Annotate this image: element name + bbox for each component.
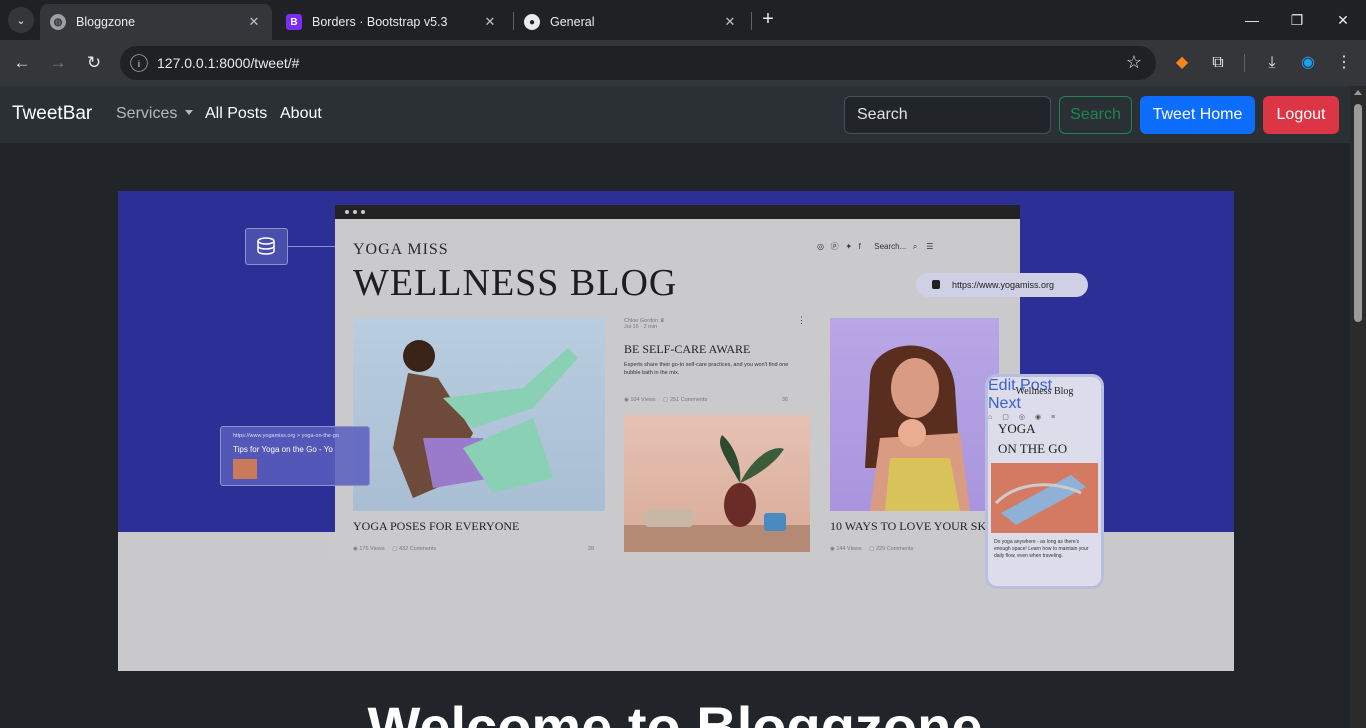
mockup-window-bar [335,205,1020,219]
tab-strip: ⌄ ◍ Bloggzone ✕ B Borders · Bootstrap v5… [0,0,1366,40]
site-info-icon[interactable]: i [130,54,148,72]
reload-icon[interactable]: ↻ [82,51,106,75]
mockup-nav: ◎ ⓟ ✦ f Search... ⌕ ☰ [817,242,934,251]
phone-text: Do yoga anywhere - as long as there's en… [994,539,1089,559]
search-result-url: https://www.yogamiss.org > yoga-on-the-g… [233,433,339,439]
back-icon[interactable]: ← [10,51,34,75]
post-left-title: YOGA POSES FOR EVERYONE [353,519,520,533]
search-button[interactable]: Search [1059,96,1132,134]
page-viewport: TweetBar Services All Posts About Search… [0,86,1350,728]
nav-services-dropdown[interactable]: Services [116,105,194,123]
blog-mockup: YOGA MISS WELLNESS BLOG ◎ ⓟ ✦ f Search..… [335,205,1020,563]
close-tab-icon[interactable]: ✕ [482,14,498,30]
search-result-card: https://www.yogamiss.org > yoga-on-the-g… [220,426,370,486]
extensions-puzzle-icon[interactable]: ⧉ [1206,51,1230,75]
scroll-up-arrow-icon[interactable] [1354,90,1362,95]
profile-avatar-icon[interactable]: ◉ [1296,51,1320,75]
globe-icon: ◍ [50,14,66,30]
post-right-title: 10 WAYS TO LOVE YOUR SKIN [830,519,999,533]
github-icon: ● [524,14,540,30]
tab-label: Borders · Bootstrap v5.3 [312,15,448,29]
close-window-icon[interactable]: ✕ [1331,8,1355,32]
phone-next: Next [988,395,1021,412]
kebab-menu-icon: ⋮ [797,315,806,325]
nav-about[interactable]: About [280,105,322,123]
database-icon [245,228,288,265]
post-center-meta: ◉ 104 Views ▢ 251 Comments 36 [624,397,789,403]
connector-line [288,246,336,247]
new-tab-icon[interactable]: + [758,9,778,29]
bookmark-star-icon[interactable]: ☆ [1126,52,1142,73]
tweet-home-button[interactable]: Tweet Home [1140,96,1255,134]
phone-image-yoga-mat [991,463,1098,533]
hero-banner-image: YOGA MISS WELLNESS BLOG ◎ ⓟ ✦ f Search..… [118,191,1234,671]
post-right-meta: ◉ 144 Views ▢ 229 Comments [830,546,914,552]
url-pill-text: https://www.yogamiss.org [952,280,1055,290]
mockup-brand-small: YOGA MISS [353,241,449,258]
close-tab-icon[interactable]: ✕ [722,14,738,30]
address-bar[interactable]: i 127.0.0.1:8000/tweet/# ☆ [120,46,1156,80]
nav-services-label: Services [116,105,178,122]
forward-icon[interactable]: → [46,51,70,75]
bootstrap-icon: B [286,14,302,30]
site-navbar: TweetBar Services All Posts About Search… [0,86,1350,143]
caret-down-icon [185,110,194,115]
browser-toolbar: ← → ↻ i 127.0.0.1:8000/tweet/# ☆ ◆ ⧉ ⤓ ◉… [0,40,1366,86]
search-result-thumbnail [233,459,257,479]
tab-bloggzone[interactable]: ◍ Bloggzone ✕ [40,4,272,40]
close-tab-icon[interactable]: ✕ [246,14,262,30]
url-pill: https://www.yogamiss.org [916,273,1088,297]
search-input[interactable] [844,96,1051,134]
post-image-skincare [830,318,999,511]
minimize-icon[interactable]: — [1240,8,1264,32]
metamask-extension-icon[interactable]: ◆ [1170,51,1194,75]
post-center-text: Experts share their go-to self-care prac… [624,362,789,376]
post-image-plant [624,415,810,552]
navbar-brand[interactable]: TweetBar [12,103,92,125]
post-image-yoga-pose [353,318,605,511]
nav-all-posts[interactable]: All Posts [205,105,267,123]
logout-button[interactable]: Logout [1263,96,1339,134]
phone-heading: YOGA ON THE GO [998,421,1068,456]
tab-github-general[interactable]: ● General ✕ [514,4,748,40]
tab-bootstrap-borders[interactable]: B Borders · Bootstrap v5.3 ✕ [276,4,508,40]
post-left-meta: ◉ 176 Views ▢ 432 Comments 28 [353,546,595,552]
toolbar-separator [1244,54,1245,72]
scrollbar-thumb[interactable] [1354,104,1362,322]
tab-separator [751,12,752,30]
welcome-headline: Welcome to Bloggzone [367,695,983,728]
phone-title: Wellness Blog [1015,386,1074,397]
search-result-title: Tips for Yoga on the Go - Yo [233,445,333,454]
mockup-search-text: Search... [874,242,907,251]
post-center-author: Chloe Gordon ♛ Jul 16 · 2 min [624,318,665,330]
address-url[interactable]: 127.0.0.1:8000/tweet/# [157,55,299,71]
mockup-brand-large: WELLNESS BLOG [353,262,678,304]
download-icon[interactable]: ⤓ [1260,51,1284,75]
restore-icon[interactable]: ❐ [1285,8,1309,32]
post-center-title: BE SELF-CARE AWARE [624,342,751,356]
phone-mockup: Wellness Blog Edit Post Next YOGA ON THE … [985,374,1104,589]
browser-menu-icon[interactable]: ⋮ [1332,51,1356,75]
tab-label: Bloggzone [76,15,136,29]
page-scrollbar[interactable] [1350,86,1366,728]
tab-label: General [550,15,595,29]
tab-search-button[interactable]: ⌄ [8,7,34,33]
lock-icon [932,280,940,289]
